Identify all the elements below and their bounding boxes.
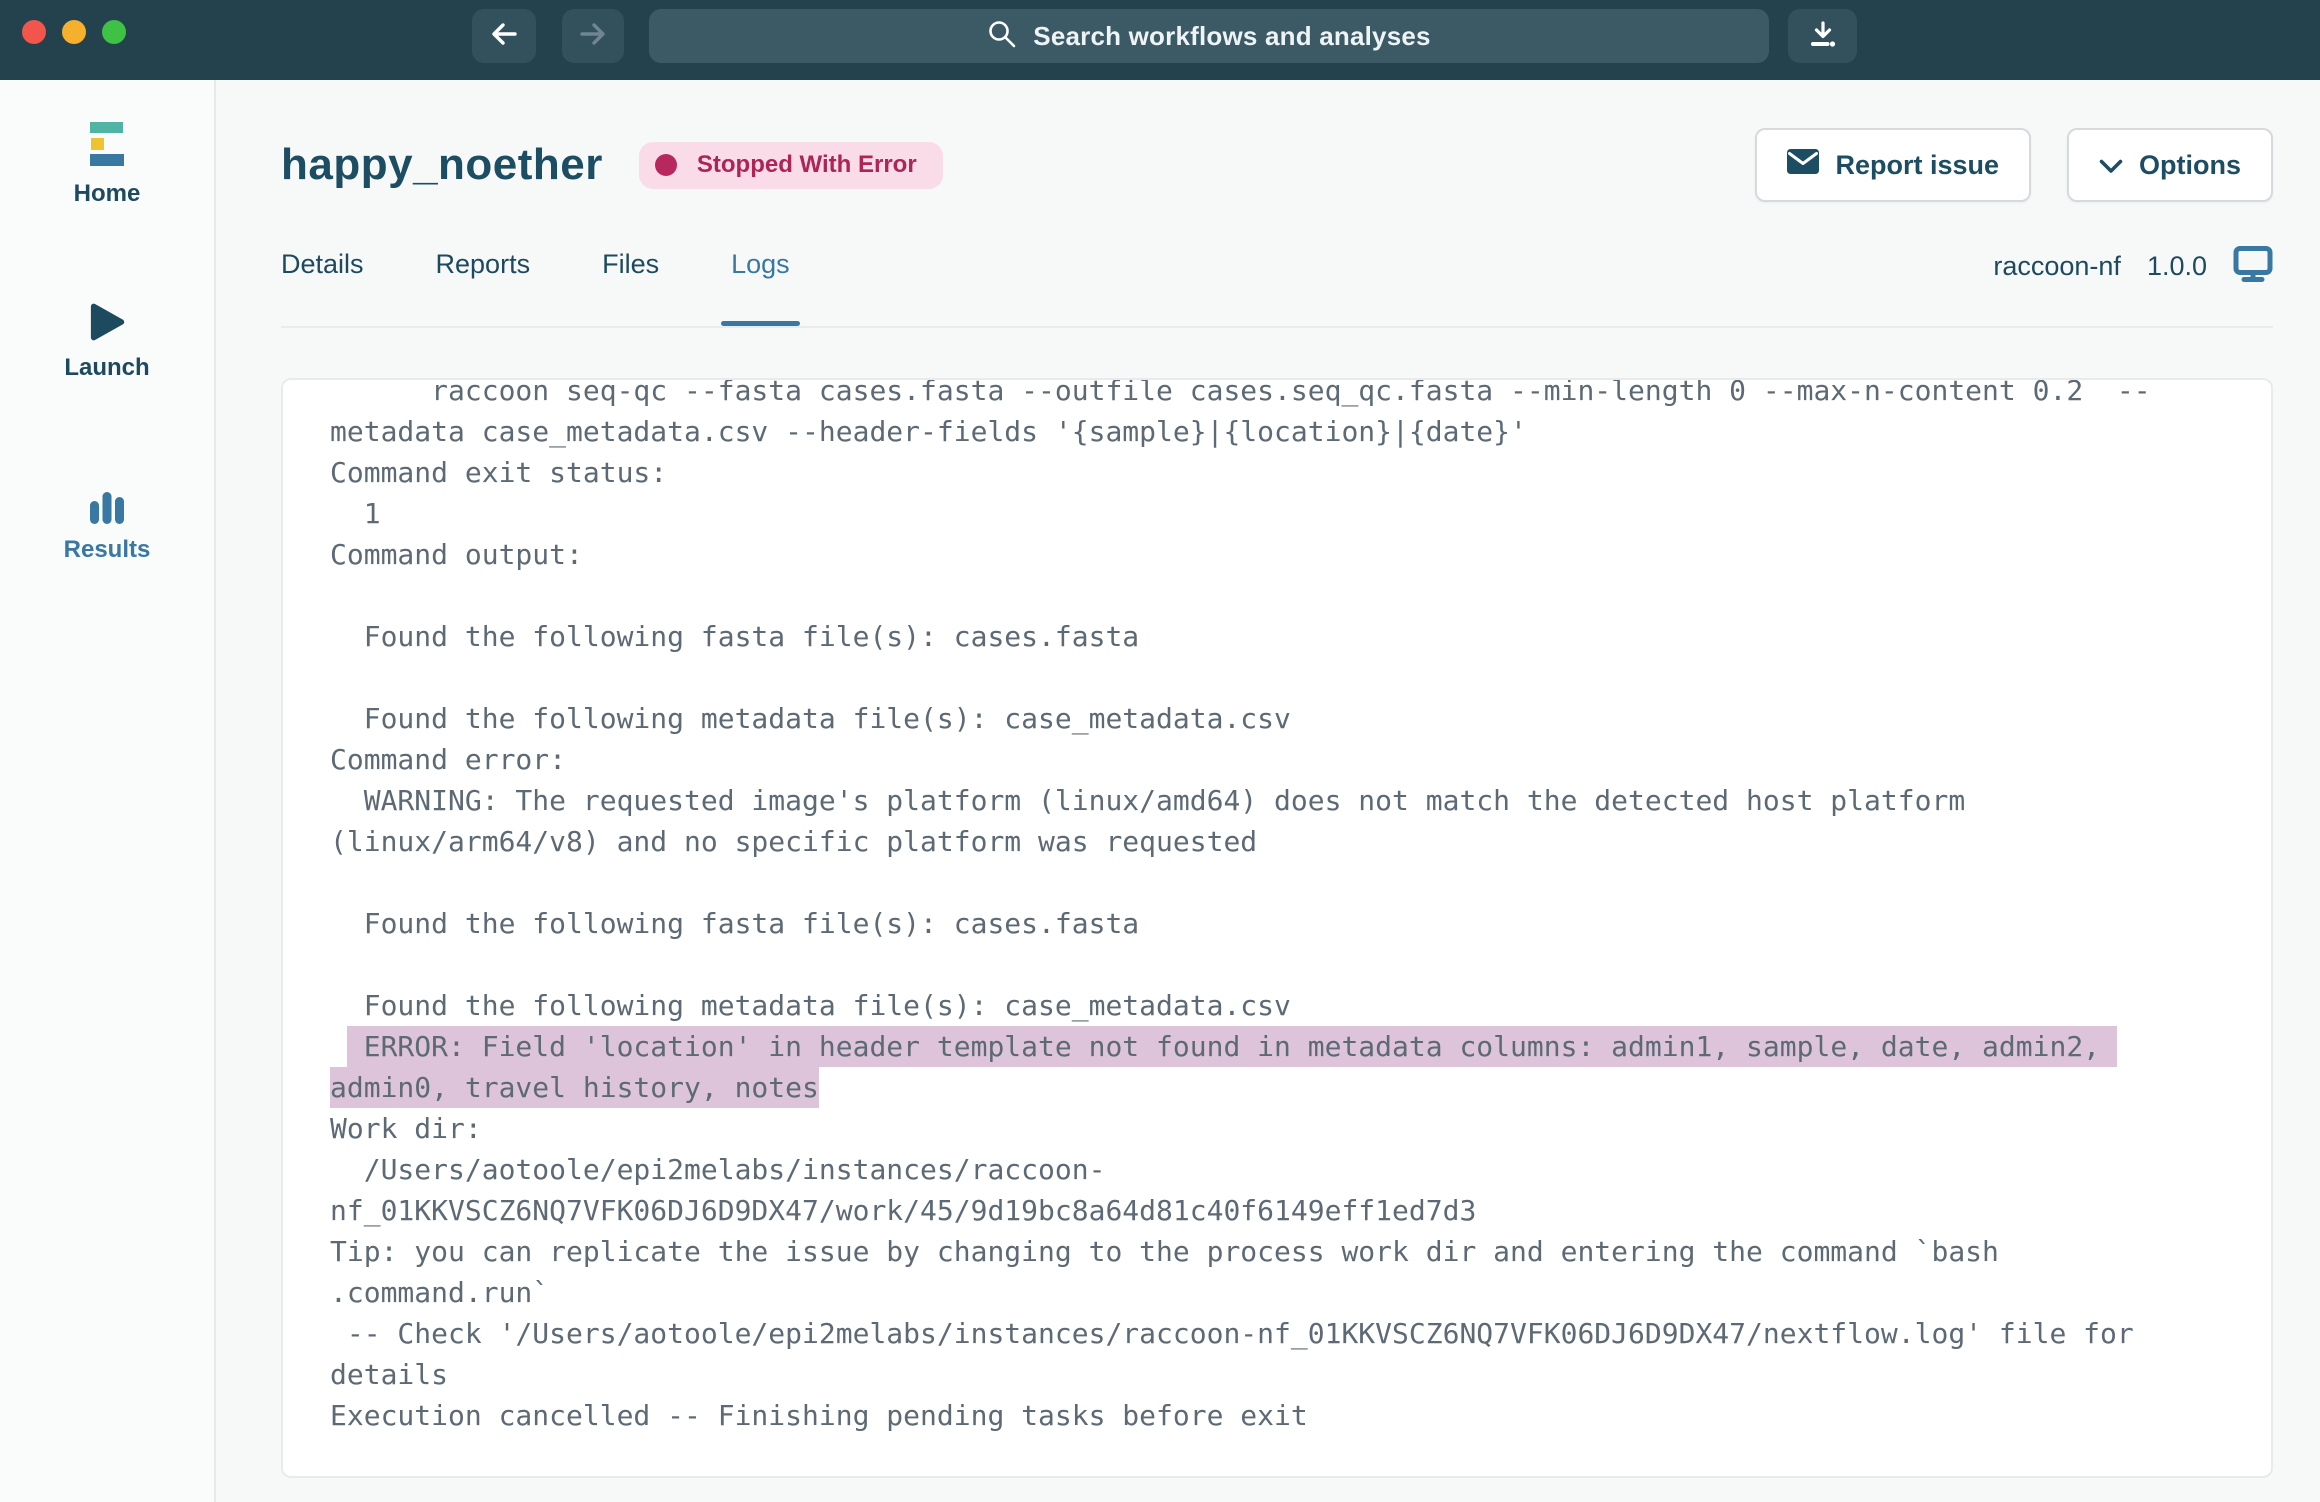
log-text xyxy=(330,1026,347,1067)
instance-header: happy_noether Stopped With Error Report … xyxy=(281,130,2273,200)
log-text: /Users/aotoole/epi2melabs/instances/racc… xyxy=(330,1149,1105,1190)
log-row: Command error: xyxy=(330,739,2224,780)
log-row: Execution cancelled -- Finishing pending… xyxy=(330,1395,2224,1436)
zoom-window-button[interactable] xyxy=(102,20,126,44)
log-row: Command exit status: xyxy=(330,452,2224,493)
log-row: Found the following metadata file(s): ca… xyxy=(330,985,2224,1026)
log-row: metadata case_metadata.csv --header-fiel… xyxy=(330,411,2224,452)
options-label: Options xyxy=(2139,150,2241,181)
main-content: happy_noether Stopped With Error Report … xyxy=(216,80,2320,1502)
options-button[interactable]: Options xyxy=(2067,128,2273,202)
close-window-button[interactable] xyxy=(22,20,46,44)
epi2me-logo-icon xyxy=(0,122,214,168)
log-row: .command.run` xyxy=(330,1272,2224,1313)
status-badge-label: Stopped With Error xyxy=(697,151,917,179)
log-row: /Users/aotoole/epi2melabs/instances/racc… xyxy=(330,1149,2224,1190)
play-icon xyxy=(0,296,214,342)
sidebar-item-label: Home xyxy=(0,180,214,208)
tabs-row: Details Reports Files Logs raccoon-nf 1.0.0 xyxy=(281,244,2273,328)
log-text: .command.run` xyxy=(330,1272,549,1313)
envelope-icon xyxy=(1787,149,1819,181)
log-text: (linux/arm64/v8) and no specific platfor… xyxy=(330,821,1257,862)
sidebar-item-results[interactable]: Results xyxy=(0,478,214,564)
minimize-window-button[interactable] xyxy=(62,20,86,44)
log-output: raccoon seq-qc --fasta cases.fasta --out… xyxy=(283,378,2271,1436)
log-row xyxy=(330,657,2224,698)
workflow-version-number: 1.0.0 xyxy=(2147,251,2207,282)
sidebar: Home Launch Results xyxy=(0,80,216,1502)
download-icon xyxy=(1807,18,1839,55)
chevron-down-icon xyxy=(2099,150,2123,181)
log-text: Command output: xyxy=(330,534,583,575)
tab-logs[interactable]: Logs xyxy=(731,244,790,326)
page-title: happy_noether xyxy=(281,140,603,190)
tabs: Details Reports Files Logs xyxy=(281,244,790,326)
tab-reports[interactable]: Reports xyxy=(436,244,531,326)
log-row: Found the following fasta file(s): cases… xyxy=(330,903,2224,944)
sidebar-item-home[interactable]: Home xyxy=(0,122,214,208)
log-text: Work dir: xyxy=(330,1108,482,1149)
log-text: Found the following metadata file(s): ca… xyxy=(330,698,1291,739)
forward-arrow-icon xyxy=(577,20,609,53)
log-text: nf_01KKVSCZ6NQ7VFK06DJ6D9DX47/work/45/9d… xyxy=(330,1190,1476,1231)
log-row: raccoon seq-qc --fasta cases.fasta --out… xyxy=(330,378,2224,411)
log-row: Found the following metadata file(s): ca… xyxy=(330,698,2224,739)
back-button[interactable] xyxy=(472,9,536,63)
report-issue-button[interactable]: Report issue xyxy=(1755,128,2031,202)
log-row: Command output: xyxy=(330,534,2224,575)
log-text: Command exit status: xyxy=(330,452,667,493)
log-text: Found the following metadata file(s): ca… xyxy=(330,985,1291,1026)
log-text: Execution cancelled -- Finishing pending… xyxy=(330,1395,1308,1436)
tab-files[interactable]: Files xyxy=(602,244,659,326)
back-arrow-icon xyxy=(488,20,520,53)
traffic-lights xyxy=(22,20,126,44)
log-row xyxy=(330,575,2224,616)
sidebar-item-label: Results xyxy=(0,536,214,564)
log-row: Tip: you can replicate the issue by chan… xyxy=(330,1231,2224,1272)
search-placeholder: Search workflows and analyses xyxy=(1033,21,1430,52)
log-row: ERROR: Field 'location' in header templa… xyxy=(330,1026,2224,1067)
log-text: WARNING: The requested image's platform … xyxy=(330,780,1965,821)
workflow-version: raccoon-nf 1.0.0 xyxy=(1993,244,2273,288)
log-row: (linux/arm64/v8) and no specific platfor… xyxy=(330,821,2224,862)
search-input[interactable]: Search workflows and analyses xyxy=(649,9,1769,63)
log-text: metadata case_metadata.csv --header-fiel… xyxy=(330,411,1527,452)
log-highlighted-text: ERROR: Field 'location' in header templa… xyxy=(347,1026,2117,1067)
tab-details[interactable]: Details xyxy=(281,244,364,326)
log-highlighted-text: admin0, travel history, notes xyxy=(330,1067,819,1108)
sidebar-item-label: Launch xyxy=(0,354,214,382)
log-text: Found the following fasta file(s): cases… xyxy=(330,903,1139,944)
log-row xyxy=(330,944,2224,985)
log-text: 1 xyxy=(330,493,381,534)
log-text: Command error: xyxy=(330,739,566,780)
log-row: Found the following fasta file(s): cases… xyxy=(330,616,2224,657)
monitor-icon xyxy=(2233,246,2273,287)
status-badge: Stopped With Error xyxy=(639,142,943,189)
bar-chart-icon xyxy=(0,478,214,524)
report-issue-label: Report issue xyxy=(1835,150,1999,181)
log-row: Work dir: xyxy=(330,1108,2224,1149)
log-text: Found the following fasta file(s): cases… xyxy=(330,616,1139,657)
log-text: -- Check '/Users/aotoole/epi2melabs/inst… xyxy=(330,1313,2134,1354)
header-actions: Report issue Options xyxy=(1755,128,2273,202)
sidebar-item-launch[interactable]: Launch xyxy=(0,296,214,382)
search-icon xyxy=(987,19,1017,54)
log-row: 1 xyxy=(330,493,2224,534)
workflow-name: raccoon-nf xyxy=(1993,251,2121,282)
log-row: admin0, travel history, notes xyxy=(330,1067,2224,1108)
log-panel[interactable]: raccoon seq-qc --fasta cases.fasta --out… xyxy=(281,378,2273,1478)
log-row: nf_01KKVSCZ6NQ7VFK06DJ6D9DX47/work/45/9d… xyxy=(330,1190,2224,1231)
log-text: raccoon seq-qc --fasta cases.fasta --out… xyxy=(330,378,2151,411)
downloads-button[interactable] xyxy=(1788,9,1857,63)
log-row: -- Check '/Users/aotoole/epi2melabs/inst… xyxy=(330,1313,2224,1354)
forward-button[interactable] xyxy=(562,9,624,63)
log-text: details xyxy=(330,1354,448,1395)
log-text: Tip: you can replicate the issue by chan… xyxy=(330,1231,1999,1272)
status-dot-icon xyxy=(655,154,677,176)
log-row: details xyxy=(330,1354,2224,1395)
window-titlebar: Search workflows and analyses xyxy=(0,0,2320,80)
log-row xyxy=(330,862,2224,903)
log-row: WARNING: The requested image's platform … xyxy=(330,780,2224,821)
